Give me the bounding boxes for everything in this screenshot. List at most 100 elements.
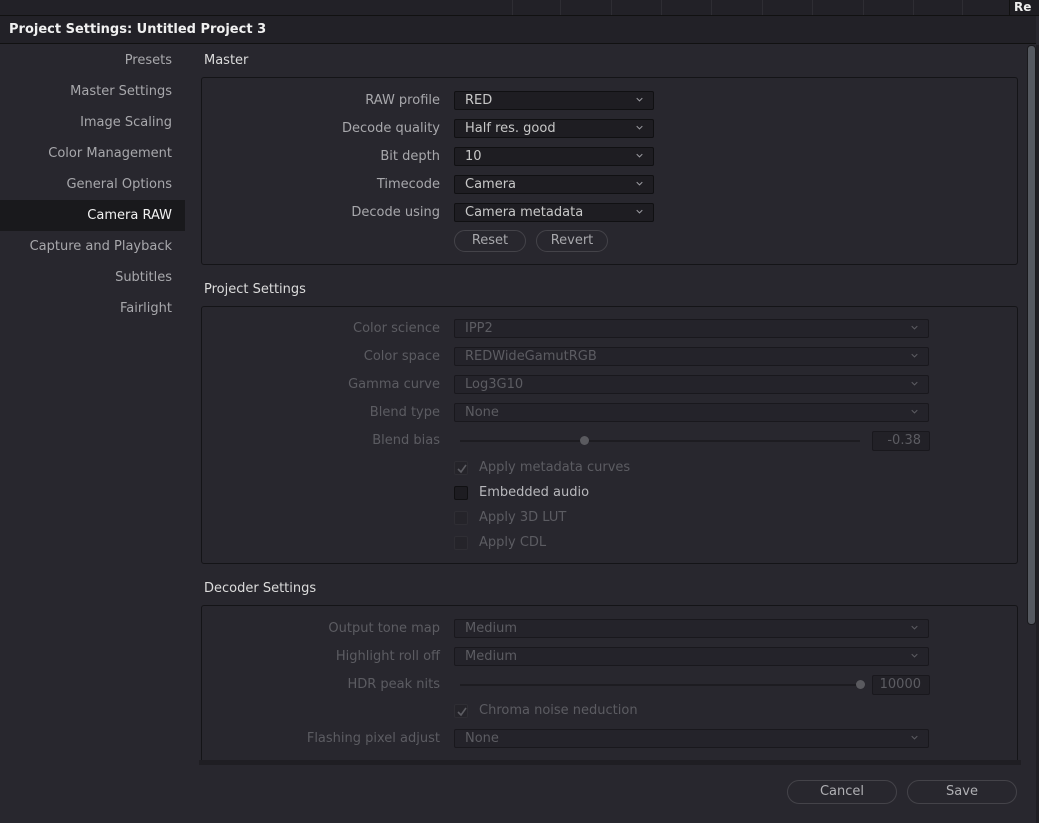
output-tone-map-dropdown[interactable]: Medium — [454, 619, 929, 638]
flashing-pixel-adjust-dropdown[interactable]: None — [454, 729, 929, 748]
sidebar-item-master-settings[interactable]: Master Settings — [0, 76, 185, 107]
highlight-roll-off-label: Highlight roll off — [335, 649, 440, 664]
raw-profile-label: RAW profile — [365, 93, 440, 108]
chevron-down-icon — [911, 735, 918, 740]
bit-depth-value: 10 — [465, 149, 482, 164]
blend-type-dropdown[interactable]: None — [454, 403, 929, 422]
sidebar-item-image-scaling[interactable]: Image Scaling — [0, 107, 185, 138]
blend-bias-slider-handle[interactable] — [579, 436, 589, 445]
chevron-down-icon — [636, 181, 643, 186]
chevron-down-icon — [911, 381, 918, 386]
strip-cell — [560, 0, 611, 15]
color-space-value: REDWideGamutRGB — [465, 349, 597, 364]
highlight-roll-off-row: Highlight roll off Medium — [202, 647, 1017, 667]
strip-cell — [661, 0, 712, 15]
decode-quality-label: Decode quality — [342, 121, 440, 136]
decode-using-row: Decode using Camera metadata — [202, 203, 1017, 223]
bit-depth-label: Bit depth — [380, 149, 440, 164]
sidebar-item-color-management[interactable]: Color Management — [0, 138, 185, 169]
chevron-down-icon — [636, 125, 643, 130]
master-panel: RAW profile RED Decode quality Half res.… — [201, 77, 1018, 265]
apply-cdl-label: Apply CDL — [479, 535, 547, 550]
gamma-curve-row: Gamma curve Log3G10 — [202, 375, 1017, 395]
color-science-label: Color science — [353, 321, 440, 336]
sidebar-item-presets[interactable]: Presets — [0, 45, 185, 76]
timecode-label: Timecode — [376, 177, 440, 192]
color-science-value: IPP2 — [465, 321, 493, 336]
raw-profile-dropdown[interactable]: RED — [454, 91, 654, 110]
save-button[interactable]: Save — [907, 780, 1017, 804]
decode-using-dropdown[interactable]: Camera metadata — [454, 203, 654, 222]
chevron-down-icon — [911, 353, 918, 358]
sidebar-item-fairlight[interactable]: Fairlight — [0, 293, 185, 324]
master-section-title: Master — [204, 53, 249, 68]
color-science-dropdown[interactable]: IPP2 — [454, 319, 929, 338]
highlight-roll-off-dropdown[interactable]: Medium — [454, 647, 929, 666]
chevron-down-icon — [636, 153, 643, 158]
sidebar-item-camera-raw[interactable]: Camera RAW — [0, 200, 185, 231]
raw-profile-row: RAW profile RED — [202, 91, 1017, 111]
blend-bias-input[interactable]: -0.38 — [872, 431, 930, 451]
hdr-peak-nits-input[interactable]: 10000 — [872, 675, 930, 695]
strip-cell — [762, 0, 813, 15]
highlight-roll-off-value: Medium — [465, 649, 517, 664]
content-bottom-edge — [199, 760, 1021, 765]
timecode-row: Timecode Camera — [202, 175, 1017, 195]
gamma-curve-value: Log3G10 — [465, 377, 524, 392]
strip-cell — [611, 0, 662, 15]
color-space-row: Color space REDWideGamutRGB — [202, 347, 1017, 367]
bit-depth-row: Bit depth 10 — [202, 147, 1017, 167]
sidebar-item-general-options[interactable]: General Options — [0, 169, 185, 200]
apply-3d-lut-label: Apply 3D LUT — [479, 510, 567, 525]
settings-sidebar: Presets Master Settings Image Scaling Co… — [0, 45, 185, 324]
cancel-button[interactable]: Cancel — [787, 780, 897, 804]
strip-cell — [711, 0, 762, 15]
strip-cell — [913, 0, 964, 15]
checkbox-box — [454, 511, 468, 525]
timecode-dropdown[interactable]: Camera — [454, 175, 654, 194]
hdr-peak-nits-slider-handle[interactable] — [855, 680, 865, 689]
strip-cell — [863, 0, 914, 15]
hdr-peak-nits-row: HDR peak nits 10000 — [202, 675, 1017, 695]
blend-type-row: Blend type None — [202, 403, 1017, 423]
strip-cell — [512, 0, 553, 15]
checkbox-box — [454, 486, 468, 500]
color-space-dropdown[interactable]: REDWideGamutRGB — [454, 347, 929, 366]
content-scrollbar[interactable] — [1027, 45, 1036, 625]
output-tone-map-label: Output tone map — [328, 621, 440, 636]
project-settings-section-title: Project Settings — [204, 282, 306, 297]
checkbox-box — [454, 461, 468, 475]
bit-depth-dropdown[interactable]: 10 — [454, 147, 654, 166]
decoder-settings-panel: Output tone map Medium Highlight roll of… — [201, 605, 1018, 763]
blend-type-value: None — [465, 405, 499, 420]
timecode-value: Camera — [465, 177, 517, 192]
raw-profile-value: RED — [465, 93, 493, 108]
decode-quality-value: Half res. good — [465, 121, 556, 136]
decode-using-value: Camera metadata — [465, 205, 584, 220]
revert-button[interactable]: Revert — [536, 230, 608, 252]
sidebar-item-capture-and-playback[interactable]: Capture and Playback — [0, 231, 185, 262]
gamma-curve-label: Gamma curve — [348, 377, 440, 392]
gamma-curve-dropdown[interactable]: Log3G10 — [454, 375, 929, 394]
blend-type-label: Blend type — [369, 405, 440, 420]
chevron-down-icon — [636, 209, 643, 214]
decoder-settings-section-title: Decoder Settings — [204, 581, 317, 596]
output-tone-map-value: Medium — [465, 621, 517, 636]
embedded-audio-label: Embedded audio — [479, 485, 590, 500]
checkmark-icon — [457, 464, 467, 474]
reset-button[interactable]: Reset — [454, 230, 526, 252]
chevron-down-icon — [911, 409, 918, 414]
decode-quality-dropdown[interactable]: Half res. good — [454, 119, 654, 138]
blend-bias-slider-track[interactable] — [460, 440, 860, 442]
sidebar-item-subtitles[interactable]: Subtitles — [0, 262, 185, 293]
checkbox-box — [454, 704, 468, 718]
chevron-down-icon — [911, 625, 918, 630]
checkbox-box — [454, 536, 468, 550]
hdr-peak-nits-slider-track[interactable] — [460, 684, 860, 686]
strip-cell — [812, 0, 863, 15]
project-settings-panel: Color science IPP2 Color space REDWideGa… — [201, 306, 1018, 564]
color-space-label: Color space — [363, 349, 440, 364]
background-tab-label: Re — [1009, 0, 1039, 15]
hdr-peak-nits-label: HDR peak nits — [347, 677, 440, 692]
color-science-row: Color science IPP2 — [202, 319, 1017, 339]
